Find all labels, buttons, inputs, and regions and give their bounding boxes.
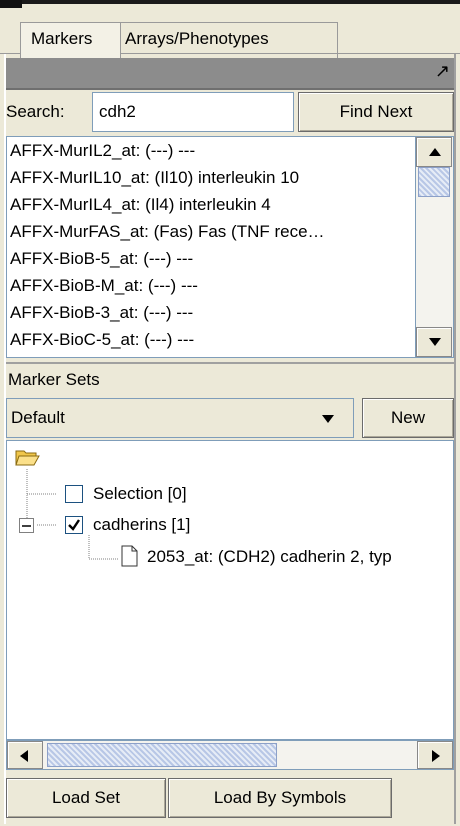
- arrow-right-icon: [432, 750, 440, 762]
- panel-header-bar: [6, 58, 454, 88]
- collapse-icon[interactable]: [19, 518, 35, 534]
- section-divider[interactable]: [6, 362, 454, 364]
- tree-item-cdh2[interactable]: 2053_at: (CDH2) cadherin 2, typ: [147, 547, 392, 567]
- chevron-down-icon[interactable]: [322, 415, 334, 423]
- scroll-left-button[interactable]: [7, 741, 43, 769]
- marker-list-scrollbar[interactable]: [416, 136, 454, 358]
- tree-item-selection[interactable]: Selection [0]: [93, 484, 187, 504]
- marker-list[interactable]: AFFX-MurIL2_at: (---) --- AFFX-MurIL10_a…: [6, 136, 416, 358]
- document-icon: [121, 545, 138, 567]
- tree-hscrollbar[interactable]: [6, 740, 454, 770]
- marker-sets-label: Marker Sets: [8, 370, 100, 389]
- checkmark-icon: [68, 519, 80, 531]
- arrow-left-icon: [20, 750, 28, 762]
- list-item[interactable]: AFFX-BioB-3_at: (---) ---: [7, 299, 415, 326]
- load-set-button[interactable]: Load Set: [6, 778, 166, 818]
- panel-header-shadow: [6, 88, 454, 90]
- tab-markers[interactable]: Markers: [20, 22, 121, 58]
- load-by-symbols-button[interactable]: Load By Symbols: [168, 778, 392, 818]
- list-item[interactable]: AFFX-MurFAS_at: (Fas) Fas (TNF rece…: [7, 218, 415, 245]
- scroll-thumb[interactable]: [418, 167, 450, 197]
- cadherins-checkbox[interactable]: [65, 516, 83, 534]
- marker-set-tree[interactable]: Selection [0] cadherins [1] 2053_at: (CD…: [6, 440, 454, 740]
- search-input[interactable]: [92, 92, 294, 132]
- search-label: Search:: [6, 102, 65, 121]
- maximize-icon[interactable]: ↗: [435, 61, 450, 82]
- arrow-up-icon: [429, 148, 441, 156]
- list-item[interactable]: AFFX-MurIL4_at: (Il4) interleukin 4: [7, 191, 415, 218]
- new-set-button[interactable]: New: [362, 398, 454, 438]
- window-top-edge: [0, 0, 460, 4]
- window-corner: [0, 0, 22, 8]
- find-next-button[interactable]: Find Next: [298, 92, 454, 132]
- list-item[interactable]: AFFX-BioB-M_at: (---) ---: [7, 272, 415, 299]
- list-item[interactable]: AFFX-MurIL2_at: (---) ---: [7, 137, 415, 164]
- list-item[interactable]: AFFX-BioB-5_at: (---) ---: [7, 245, 415, 272]
- scroll-thumb[interactable]: [47, 743, 277, 767]
- scroll-down-button[interactable]: [416, 327, 452, 357]
- arrow-down-icon: [429, 338, 441, 346]
- tree-item-cadherins[interactable]: cadherins [1]: [93, 515, 190, 535]
- list-item[interactable]: AFFX-BioC-5_at: (---) ---: [7, 326, 415, 353]
- scroll-up-button[interactable]: [416, 137, 452, 167]
- marker-set-dropdown[interactable]: Default: [6, 398, 354, 438]
- scroll-right-button[interactable]: [417, 741, 453, 769]
- selection-checkbox[interactable]: [65, 485, 83, 503]
- tab-strip: Arrays/Phenotypes Markers: [0, 8, 460, 58]
- list-item[interactable]: AFFX-MurIL10_at: (Il10) interleukin 10: [7, 164, 415, 191]
